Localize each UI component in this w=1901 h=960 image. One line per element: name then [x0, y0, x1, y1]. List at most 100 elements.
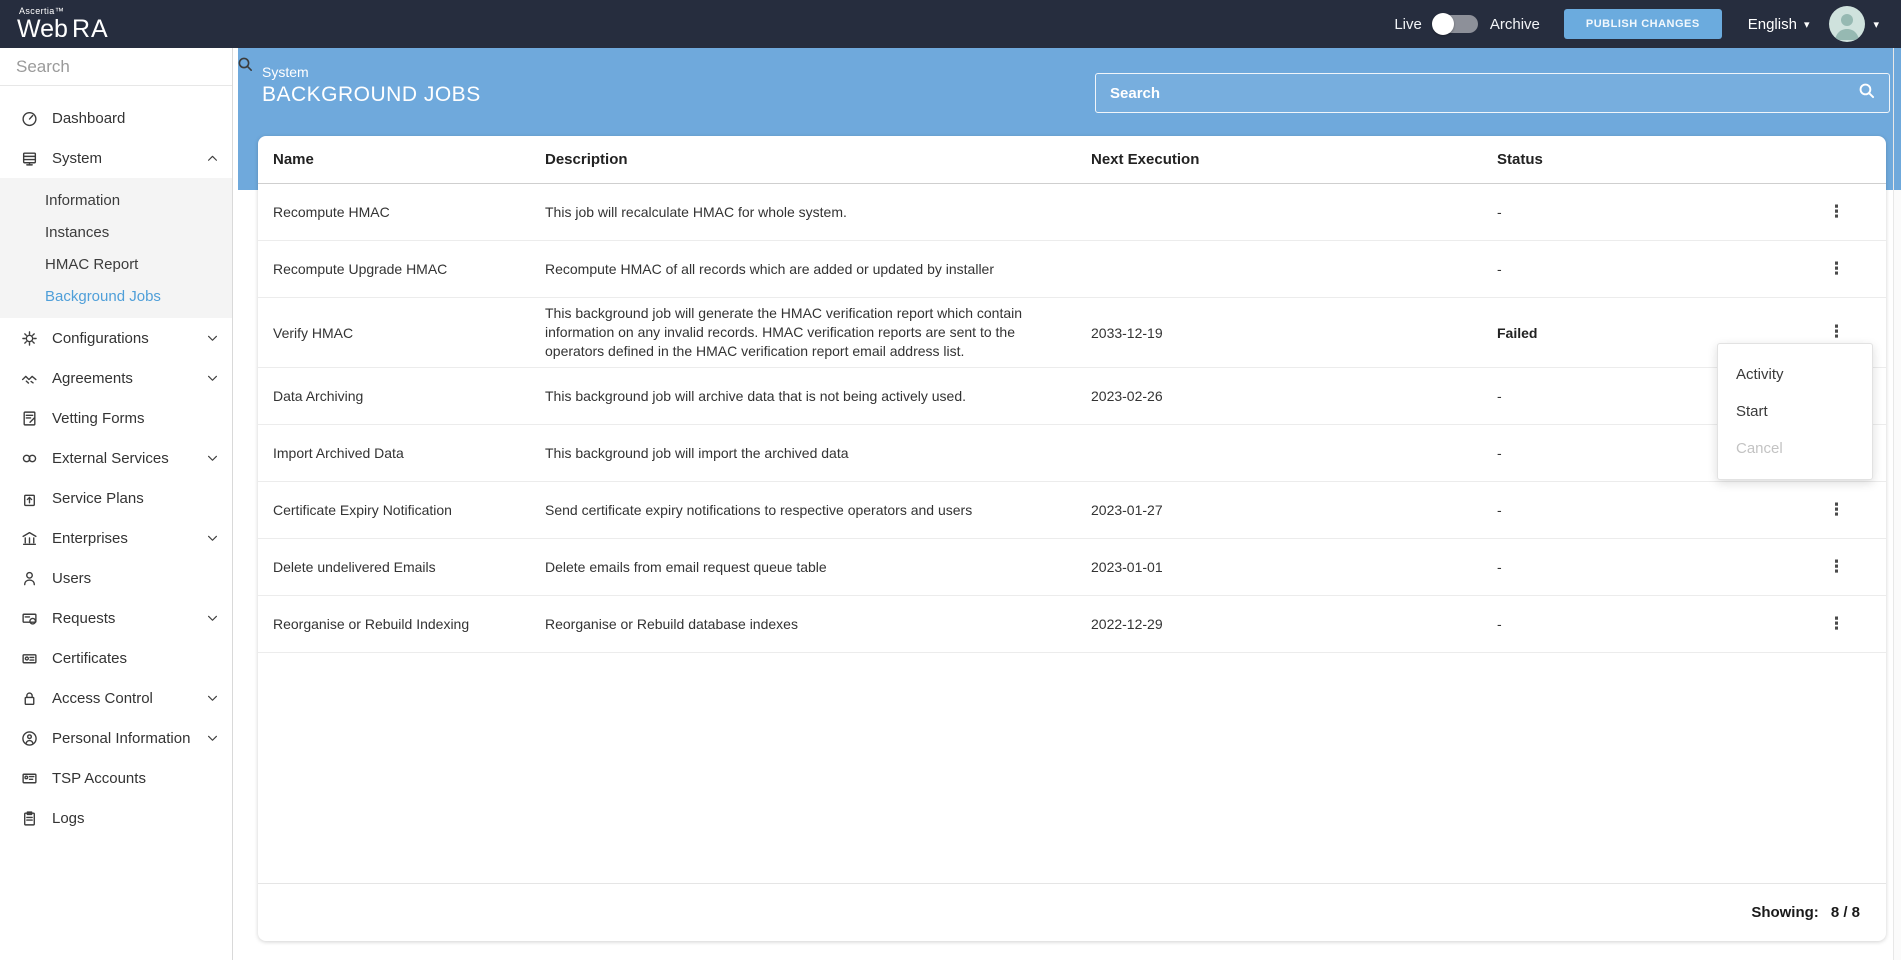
lock-icon — [20, 689, 38, 707]
sidebar-item-users[interactable]: Users — [0, 558, 232, 598]
sidebar-item-tsp-accounts[interactable]: TSP Accounts — [0, 758, 232, 798]
cell-name: Recompute Upgrade HMAC — [273, 261, 545, 277]
table-footer: Showing: 8 / 8 — [258, 883, 1886, 941]
chevron-down-icon: ▾ — [1873, 18, 1879, 31]
sidebar-item-enterprises[interactable]: Enterprises — [0, 518, 232, 558]
chevron-down-icon: ▾ — [1804, 18, 1810, 31]
brand-ra: RA — [72, 17, 109, 42]
table-row: Import Archived DataThis background job … — [258, 425, 1886, 482]
search-icon — [1858, 82, 1875, 104]
sidebar-item-background-jobs[interactable]: Background Jobs — [0, 280, 232, 312]
sidebar-search-input[interactable] — [16, 57, 237, 77]
table-row: Recompute Upgrade HMACRecompute HMAC of … — [258, 241, 1886, 298]
sidebar-item-logs[interactable]: Logs — [0, 798, 232, 838]
language-selector[interactable]: English ▾ — [1748, 16, 1810, 33]
cell-desc: This background job will archive data th… — [545, 387, 1091, 406]
context-menu-item-start[interactable]: Start — [1718, 393, 1872, 430]
live-archive-toggle[interactable] — [1434, 15, 1478, 33]
chevron-down-icon — [206, 535, 218, 542]
handshake-icon — [20, 369, 38, 387]
sidebar-item-label: External Services — [52, 450, 206, 467]
column-header-status: Status — [1497, 151, 1797, 168]
sidebar: Dashboard System Information Instances HMAC … — [0, 48, 233, 960]
brand-web: Web — [17, 17, 68, 42]
server-icon — [20, 149, 38, 167]
sidebar-item-external-services[interactable]: External Services — [0, 438, 232, 478]
context-menu-item-activity[interactable]: Activity — [1718, 356, 1872, 393]
row-actions-kebab-button[interactable]: ⋮ — [1820, 322, 1853, 343]
cell-name: Verify HMAC — [273, 325, 545, 341]
sidebar-item-service-plans[interactable]: Service Plans — [0, 478, 232, 518]
sidebar-item-dashboard[interactable]: Dashboard — [0, 98, 232, 138]
sidebar-item-label: Agreements — [52, 370, 206, 387]
sidebar-item-hmac-report[interactable]: HMAC Report — [0, 248, 232, 280]
sidebar-item-requests[interactable]: Requests — [0, 598, 232, 638]
table-search-input[interactable] — [1110, 85, 1858, 102]
chevron-down-icon — [206, 455, 218, 462]
cell-desc: Delete emails from email request queue t… — [545, 558, 1091, 577]
archive-label: Archive — [1490, 16, 1540, 33]
chevron-down-icon — [206, 335, 218, 342]
sidebar-item-certificates[interactable]: Certificates — [0, 638, 232, 678]
row-actions-kebab-button[interactable]: ⋮ — [1820, 500, 1853, 521]
sidebar-item-instances[interactable]: Instances — [0, 216, 232, 248]
publish-changes-button[interactable]: PUBLISH CHANGES — [1564, 9, 1722, 39]
sidebar-item-configurations[interactable]: Configurations — [0, 318, 232, 358]
cell-status: - — [1497, 204, 1797, 220]
row-actions-kebab-button[interactable]: ⋮ — [1820, 557, 1853, 578]
sidebar-item-access-control[interactable]: Access Control — [0, 678, 232, 718]
sidebar-item-label: Access Control — [52, 690, 206, 707]
sidebar-item-agreements[interactable]: Agreements — [0, 358, 232, 398]
sidebar-item-vetting-forms[interactable]: Vetting Forms — [0, 398, 232, 438]
cell-name: Delete undelivered Emails — [273, 559, 545, 575]
chevron-down-icon — [206, 735, 218, 742]
sidebar-item-label: Certificates — [52, 650, 218, 667]
sidebar-item-system[interactable]: System — [0, 138, 232, 178]
cell-actions: ⋮ — [1797, 202, 1871, 223]
main-content: System BACKGROUND JOBS NameDescriptionNe… — [234, 48, 1901, 960]
cell-actions: ⋮ — [1797, 614, 1871, 635]
sidebar-item-information[interactable]: Information — [0, 184, 232, 216]
sidebar-search — [0, 48, 232, 86]
cell-name: Recompute HMAC — [273, 204, 545, 220]
sidebar-item-personal-information[interactable]: Personal Information — [0, 718, 232, 758]
showing-value: 8 / 8 — [1831, 904, 1860, 921]
page-scrollbar[interactable] — [1893, 48, 1901, 960]
cell-status: - — [1497, 502, 1797, 518]
sidebar-item-label: System — [52, 150, 206, 167]
clipboard-icon — [20, 809, 38, 827]
sidebar-item-label: HMAC Report — [45, 256, 218, 273]
table-row: Delete undelivered EmailsDelete emails f… — [258, 539, 1886, 596]
sidebar-submenu-system: Information Instances HMAC Report Backgroun… — [0, 178, 232, 318]
live-label: Live — [1394, 16, 1422, 33]
user-menu[interactable]: ▾ — [1829, 6, 1879, 42]
sidebar-item-label: Configurations — [52, 330, 206, 347]
person-circle-icon — [20, 729, 38, 747]
sidebar-item-label: Enterprises — [52, 530, 206, 547]
row-actions-kebab-button[interactable]: ⋮ — [1820, 202, 1853, 223]
table-row: Certificate Expiry NotificationSend cert… — [258, 482, 1886, 539]
row-actions-kebab-button[interactable]: ⋮ — [1820, 614, 1853, 635]
cell-name: Reorganise or Rebuild Indexing — [273, 616, 545, 632]
table-search — [1095, 73, 1890, 113]
sidebar-item-label: Dashboard — [52, 110, 218, 127]
showing-label: Showing: — [1751, 904, 1819, 921]
cell-desc: Reorganise or Rebuild database indexes — [545, 615, 1091, 634]
scrollbar-thumb[interactable] — [1894, 48, 1901, 190]
cell-desc: This background job will generate the HM… — [545, 304, 1091, 361]
chevron-down-icon — [206, 695, 218, 702]
avatar[interactable] — [1829, 6, 1865, 42]
sidebar-item-label: Vetting Forms — [52, 410, 218, 427]
table-row: Reorganise or Rebuild IndexingReorganise… — [258, 596, 1886, 653]
cell-actions: ⋮ — [1797, 500, 1871, 521]
certificate-icon — [20, 649, 38, 667]
cell-desc: Send certificate expiry notifications to… — [545, 501, 1091, 520]
toggle-knob[interactable] — [1432, 13, 1454, 35]
sidebar-item-label: Users — [52, 570, 218, 587]
sidebar-item-label: Information — [45, 192, 218, 209]
column-header-description: Description — [545, 151, 1091, 168]
cell-next: 2023-02-26 — [1091, 388, 1497, 404]
cell-next: 2022-12-29 — [1091, 616, 1497, 632]
gauge-icon — [20, 109, 38, 127]
row-actions-kebab-button[interactable]: ⋮ — [1820, 259, 1853, 280]
